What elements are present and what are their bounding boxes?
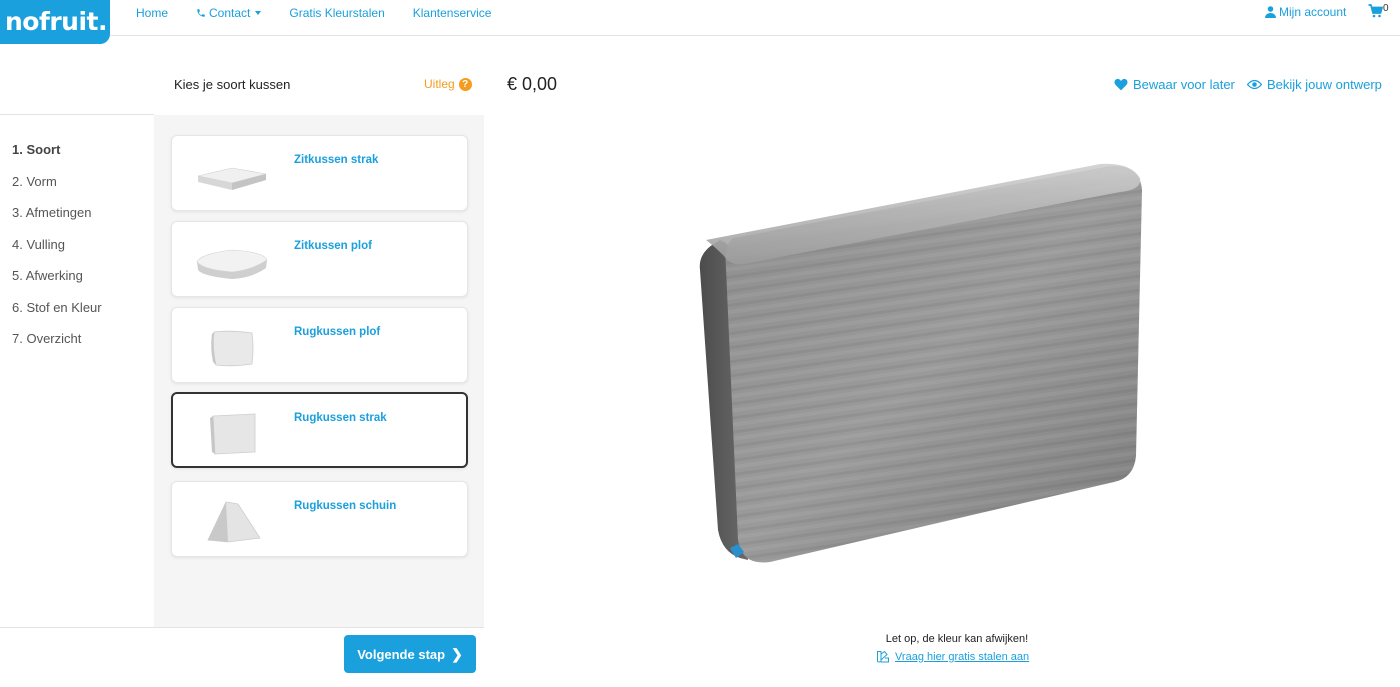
- puffy-back-cushion-icon: [211, 330, 254, 367]
- main-nav: Home Contact Gratis Kleurstalen Klantens…: [122, 0, 505, 26]
- step-vorm[interactable]: 2. Vorm: [12, 174, 102, 206]
- step-soort[interactable]: 1. Soort: [12, 142, 102, 174]
- question-icon: ?: [458, 77, 472, 91]
- chevron-right-icon: ❯: [451, 645, 463, 662]
- step-vulling[interactable]: 4. Vulling: [12, 237, 102, 269]
- next-step-button[interactable]: Volgende stap ❯: [344, 635, 476, 673]
- heart-icon: [1114, 78, 1128, 91]
- step-afmetingen[interactable]: 3. Afmetingen: [12, 205, 102, 237]
- cart-button[interactable]: 0: [1368, 3, 1389, 18]
- price-display: € 0,00: [507, 74, 558, 94]
- chevron-down-icon: [255, 11, 262, 15]
- account-link[interactable]: Mijn account: [1265, 5, 1346, 19]
- step-stof-en-kleur[interactable]: 6. Stof en Kleur: [12, 300, 102, 332]
- options-header: Kies je soort kussen Uitleg ?: [154, 36, 484, 115]
- top-navigation: nofruit. Home Contact Gratis Kleurstalen…: [0, 0, 1400, 44]
- nav-contact-label: Contact: [209, 6, 251, 20]
- option-card-zitkussen-strak[interactable]: Zitkussen strak: [171, 135, 468, 211]
- next-step-label: Volgende stap: [357, 646, 446, 662]
- view-design-label: Bekijk jouw ontwerp: [1267, 77, 1382, 92]
- option-label: Rugkussen schuin: [294, 500, 397, 512]
- swatch-icon: [877, 650, 889, 663]
- option-label: Rugkussen plof: [294, 326, 381, 338]
- flat-seat-cushion-icon: [197, 167, 267, 190]
- account-label: Mijn account: [1279, 5, 1347, 19]
- nav-swatches-link[interactable]: Gratis Kleurstalen: [289, 6, 384, 20]
- options-title: Kies je soort kussen: [174, 77, 291, 92]
- nav-service-link[interactable]: Klantenservice: [413, 6, 492, 20]
- option-card-rugkussen-strak[interactable]: Rugkussen strak: [171, 392, 468, 468]
- color-disclaimer: Let op, de kleur kan afwijken!: [885, 633, 1029, 645]
- step-overzicht[interactable]: 7. Overzicht: [12, 331, 102, 363]
- cushion-3d-preview[interactable]: [690, 160, 1150, 570]
- option-label: Rugkussen strak: [294, 412, 387, 424]
- flat-back-cushion-icon: [210, 413, 256, 455]
- option-card-zitkussen-plof[interactable]: Zitkussen plof: [171, 221, 468, 297]
- footer-divider: [0, 627, 484, 628]
- nofruit-logo[interactable]: nofruit.: [0, 0, 110, 44]
- nav-contact-link[interactable]: Contact: [196, 6, 262, 20]
- puffy-seat-cushion-icon: [196, 249, 268, 279]
- option-card-rugkussen-schuin[interactable]: Rugkussen schuin: [171, 481, 468, 557]
- option-card-rugkussen-plof[interactable]: Rugkussen plof: [171, 307, 468, 383]
- help-link[interactable]: Uitleg ?: [424, 77, 472, 91]
- save-for-later-label: Bewaar voor later: [1133, 77, 1235, 92]
- shopping-cart-icon: [1368, 4, 1383, 18]
- phone-icon: [197, 9, 205, 17]
- option-label: Zitkussen plof: [294, 240, 372, 252]
- request-samples-link[interactable]: Vraag hier gratis stalen aan: [876, 650, 1029, 663]
- view-design-link[interactable]: Bekijk jouw ontwerp: [1247, 77, 1382, 92]
- options-panel: Kies je soort kussen Uitleg ? Zitkussen …: [154, 36, 484, 628]
- help-label: Uitleg: [424, 77, 455, 91]
- nav-home-link[interactable]: Home: [136, 6, 168, 20]
- save-for-later-link[interactable]: Bewaar voor later: [1114, 77, 1235, 92]
- request-samples-label: Vraag hier gratis stalen aan: [895, 650, 1030, 663]
- steps-header: [0, 36, 154, 115]
- eye-icon: [1247, 79, 1262, 90]
- user-icon: [1265, 6, 1276, 18]
- step-afwerking[interactable]: 5. Afwerking: [12, 268, 102, 300]
- configurator-steps: 1. Soort 2. Vorm 3. Afmetingen 4. Vullin…: [12, 142, 102, 363]
- cart-count: 0: [1383, 3, 1389, 14]
- wedge-back-cushion-icon: [207, 501, 261, 543]
- option-label: Zitkussen strak: [294, 154, 379, 166]
